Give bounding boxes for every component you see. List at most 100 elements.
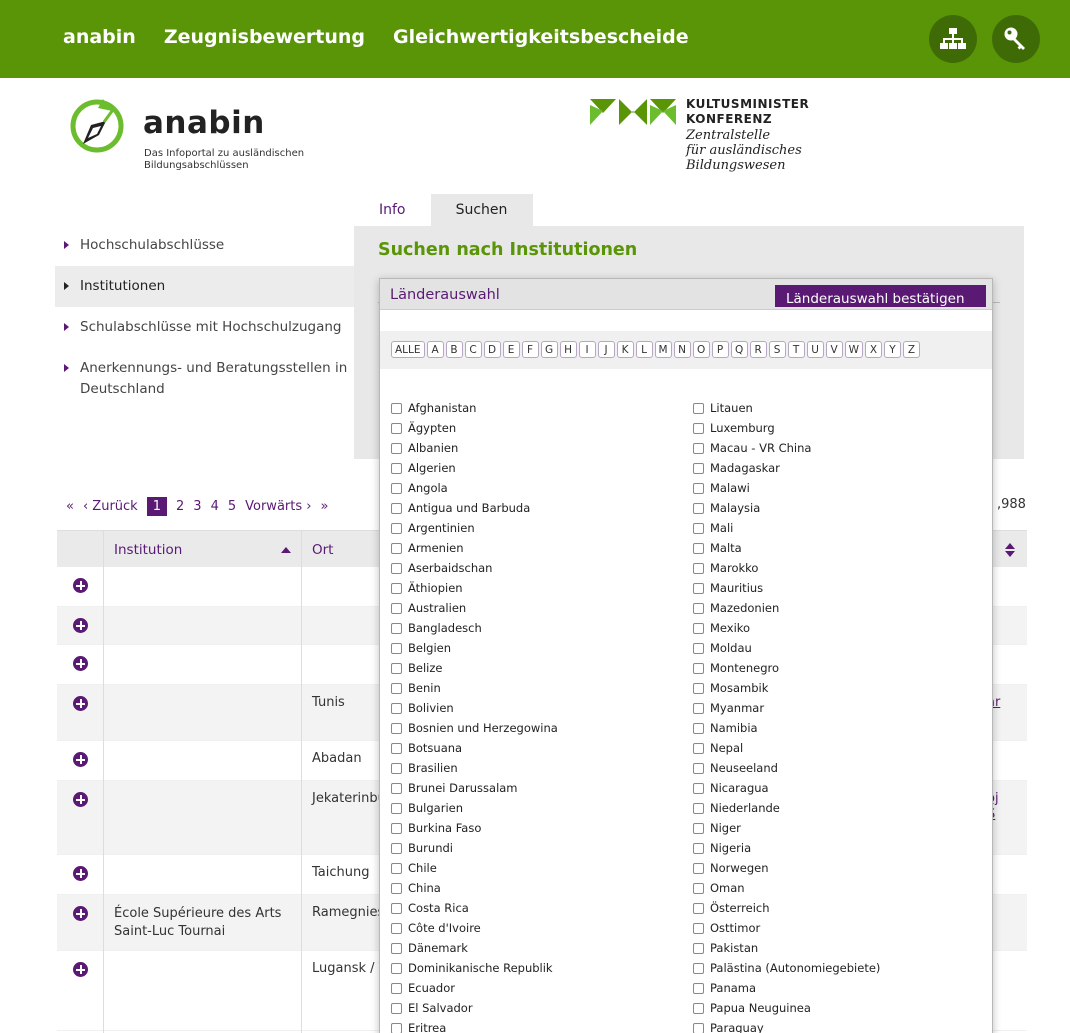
nav-anabin[interactable]: anabin	[63, 26, 136, 48]
country-checkbox[interactable]	[391, 762, 402, 774]
country-checkbox[interactable]	[693, 762, 704, 774]
country-checkbox[interactable]	[693, 642, 704, 654]
country-option[interactable]: Österreich	[693, 898, 880, 918]
country-option[interactable]: Nicaragua	[693, 778, 880, 798]
country-option[interactable]: El Salvador	[391, 998, 558, 1018]
sidebar-item-schulabschluesse[interactable]: Schulabschlüsse mit Hochschulzugang	[55, 307, 354, 348]
country-option[interactable]: Nepal	[693, 738, 880, 758]
expand-row-icon[interactable]	[73, 656, 88, 671]
country-checkbox[interactable]	[693, 502, 704, 514]
pager-prev[interactable]: ‹ Zurück	[83, 499, 138, 514]
letter-filter-m[interactable]: M	[654, 341, 672, 358]
country-checkbox[interactable]	[693, 822, 704, 834]
pager-page-2[interactable]: 2	[176, 499, 184, 514]
country-checkbox[interactable]	[391, 862, 402, 874]
country-checkbox[interactable]	[391, 982, 402, 994]
letter-filter-b[interactable]: B	[445, 341, 463, 358]
country-option[interactable]: Montenegro	[693, 658, 880, 678]
country-checkbox[interactable]	[693, 742, 704, 754]
letter-filter-d[interactable]: D	[483, 341, 501, 358]
country-checkbox[interactable]	[391, 642, 402, 654]
country-checkbox[interactable]	[693, 922, 704, 934]
letter-filter-c[interactable]: C	[464, 341, 482, 358]
country-checkbox[interactable]	[391, 502, 402, 514]
country-checkbox[interactable]	[391, 582, 402, 594]
country-option[interactable]: Paraguay	[693, 1018, 880, 1033]
country-checkbox[interactable]	[391, 522, 402, 534]
letter-filter-n[interactable]: N	[673, 341, 691, 358]
country-checkbox[interactable]	[391, 902, 402, 914]
country-checkbox[interactable]	[391, 602, 402, 614]
letter-filter-h[interactable]: H	[559, 341, 577, 358]
country-option[interactable]: Burkina Faso	[391, 818, 558, 838]
country-option[interactable]: Malta	[693, 538, 880, 558]
pager-page-4[interactable]: 4	[211, 499, 219, 514]
country-option[interactable]: Burundi	[391, 838, 558, 858]
country-option[interactable]: Botsuana	[391, 738, 558, 758]
letter-filter-k[interactable]: K	[616, 341, 634, 358]
country-checkbox[interactable]	[391, 1022, 402, 1033]
country-option[interactable]: Brasilien	[391, 758, 558, 778]
sort-icon[interactable]	[1005, 543, 1015, 557]
country-checkbox[interactable]	[693, 682, 704, 694]
letter-filter-p[interactable]: P	[711, 341, 729, 358]
country-option[interactable]: Bosnien und Herzegowina	[391, 718, 558, 738]
country-checkbox[interactable]	[391, 722, 402, 734]
sidebar-item-institutionen[interactable]: Institutionen	[55, 266, 354, 307]
letter-filter-v[interactable]: V	[825, 341, 843, 358]
country-option[interactable]: Oman	[693, 878, 880, 898]
country-checkbox[interactable]	[693, 402, 704, 414]
country-checkbox[interactable]	[391, 1002, 402, 1014]
letter-filter-t[interactable]: T	[787, 341, 805, 358]
expand-row-icon[interactable]	[73, 962, 88, 977]
country-option[interactable]: Ecuador	[391, 978, 558, 998]
column-header-ort[interactable]: Ort	[312, 542, 333, 558]
letter-filter-r[interactable]: R	[749, 341, 767, 358]
country-option[interactable]: Chile	[391, 858, 558, 878]
country-checkbox[interactable]	[391, 682, 402, 694]
letter-filter-o[interactable]: O	[692, 341, 710, 358]
kmk-logo[interactable]: KULTUSMINISTER KONFERENZ Zentralstelle f…	[590, 97, 809, 173]
country-option[interactable]: Malaysia	[693, 498, 880, 518]
country-checkbox[interactable]	[391, 462, 402, 474]
sidebar-item-hochschulabschluesse[interactable]: Hochschulabschlüsse	[55, 225, 354, 266]
column-header-institution[interactable]: Institution	[114, 542, 182, 558]
nav-zeugnisbewertung[interactable]: Zeugnisbewertung	[164, 26, 365, 48]
country-option[interactable]: Aserbaidschan	[391, 558, 558, 578]
country-option[interactable]: Dominikanische Republik	[391, 958, 558, 978]
country-option[interactable]: Niger	[693, 818, 880, 838]
letter-filter-y[interactable]: Y	[883, 341, 901, 358]
letter-filter-w[interactable]: W	[844, 341, 863, 358]
letter-filter-i[interactable]: I	[578, 341, 596, 358]
country-option[interactable]: Australien	[391, 598, 558, 618]
expand-row-icon[interactable]	[73, 906, 88, 921]
country-checkbox[interactable]	[693, 942, 704, 954]
pager-page-1[interactable]: 1	[146, 497, 167, 516]
letter-filter-l[interactable]: L	[635, 341, 653, 358]
country-checkbox[interactable]	[391, 482, 402, 494]
country-option[interactable]: Pakistan	[693, 938, 880, 958]
country-checkbox[interactable]	[693, 622, 704, 634]
country-checkbox[interactable]	[391, 562, 402, 574]
country-checkbox[interactable]	[391, 782, 402, 794]
country-option[interactable]: Brunei Darussalam	[391, 778, 558, 798]
country-checkbox[interactable]	[693, 442, 704, 454]
country-option[interactable]: Argentinien	[391, 518, 558, 538]
country-option[interactable]: Afghanistan	[391, 398, 558, 418]
country-option[interactable]: Malawi	[693, 478, 880, 498]
sitemap-button[interactable]	[929, 15, 977, 63]
country-option[interactable]: Marokko	[693, 558, 880, 578]
country-checkbox[interactable]	[693, 602, 704, 614]
letter-filter-e[interactable]: E	[502, 341, 520, 358]
country-checkbox[interactable]	[391, 402, 402, 414]
expand-row-icon[interactable]	[73, 792, 88, 807]
country-option[interactable]: Mauritius	[693, 578, 880, 598]
country-option[interactable]: Luxemburg	[693, 418, 880, 438]
letter-filter-a[interactable]: A	[426, 341, 444, 358]
expand-row-icon[interactable]	[73, 578, 88, 593]
expand-row-icon[interactable]	[73, 696, 88, 711]
country-checkbox[interactable]	[693, 522, 704, 534]
country-option[interactable]: Papua Neuguinea	[693, 998, 880, 1018]
country-option[interactable]: Eritrea	[391, 1018, 558, 1033]
country-checkbox[interactable]	[693, 802, 704, 814]
